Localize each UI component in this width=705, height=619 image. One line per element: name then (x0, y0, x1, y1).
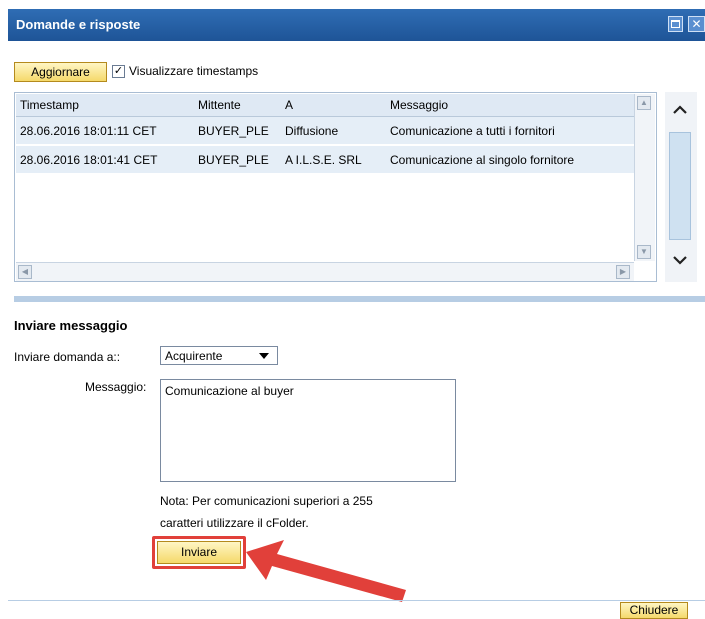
recipient-value: Acquirente (165, 349, 223, 363)
chevron-down-icon[interactable] (259, 353, 269, 359)
cell-message: Comunicazione al singolo fornitore (390, 153, 575, 167)
show-timestamps-label: Visualizzare timestamps (129, 64, 259, 78)
note-line-2: caratteri utilizzare il cFolder. (160, 516, 309, 530)
column-header-timestamp[interactable]: Timestamp (20, 98, 79, 112)
section-divider (14, 296, 705, 302)
message-text: Comunicazione al buyer (165, 384, 294, 398)
cell-sender: BUYER_PLE (198, 124, 269, 138)
panel-scrollbar[interactable] (665, 92, 697, 282)
close-button[interactable]: Chiudere (620, 602, 688, 619)
cell-message: Comunicazione a tutti i fornitori (390, 124, 555, 138)
table-horizontal-scrollbar[interactable]: ◀ ▶ (16, 262, 634, 281)
scrollbar-thumb[interactable] (669, 132, 691, 240)
note-line-1: Nota: Per comunicazioni superiori a 255 (160, 494, 373, 508)
show-timestamps-checkbox[interactable]: ✓ (112, 65, 125, 78)
scroll-up-icon[interactable]: ▲ (637, 96, 651, 110)
annotation-arrow-icon (246, 540, 406, 602)
cell-recipient: A I.L.S.E. SRL (285, 153, 362, 167)
table-vertical-scrollbar[interactable]: ▲ ▼ (634, 94, 655, 261)
table-header: Timestamp Mittente A Messaggio (16, 94, 634, 117)
cell-sender: BUYER_PLE (198, 153, 269, 167)
scroll-right-icon[interactable]: ▶ (616, 265, 630, 279)
column-header-recipient[interactable]: A (285, 98, 293, 112)
footer-divider (8, 600, 705, 601)
compose-section-title: Inviare messaggio (14, 318, 128, 333)
scroll-left-icon[interactable]: ◀ (18, 265, 32, 279)
window-titlebar: Domande e risposte ✕ (8, 9, 705, 41)
send-button[interactable]: Inviare (157, 541, 241, 564)
refresh-button[interactable]: Aggiornare (14, 62, 107, 82)
window-title: Domande e risposte (16, 17, 141, 32)
recipient-label: Inviare domanda a:: (14, 350, 121, 364)
cell-timestamp: 28.06.2016 18:01:41 CET (20, 153, 158, 167)
column-header-sender[interactable]: Mittente (198, 98, 241, 112)
table-row[interactable]: 28.06.2016 18:01:11 CET BUYER_PLE Diffus… (16, 117, 634, 144)
message-label: Messaggio: (85, 380, 147, 394)
cell-timestamp: 28.06.2016 18:01:11 CET (20, 124, 157, 138)
messages-table: Timestamp Mittente A Messaggio 28.06.201… (14, 92, 657, 282)
scroll-down-icon[interactable]: ▼ (637, 245, 651, 259)
chevron-down-icon[interactable] (673, 252, 687, 268)
cell-recipient: Diffusione (285, 124, 339, 138)
close-icon[interactable]: ✕ (688, 16, 705, 32)
table-row[interactable]: 28.06.2016 18:01:41 CET BUYER_PLE A I.L.… (16, 146, 634, 173)
column-header-message[interactable]: Messaggio (390, 98, 448, 112)
recipient-select[interactable]: Acquirente (160, 346, 278, 365)
maximize-icon[interactable] (668, 16, 683, 32)
chevron-up-icon[interactable] (673, 102, 687, 118)
message-textarea[interactable]: Comunicazione al buyer (160, 379, 456, 482)
